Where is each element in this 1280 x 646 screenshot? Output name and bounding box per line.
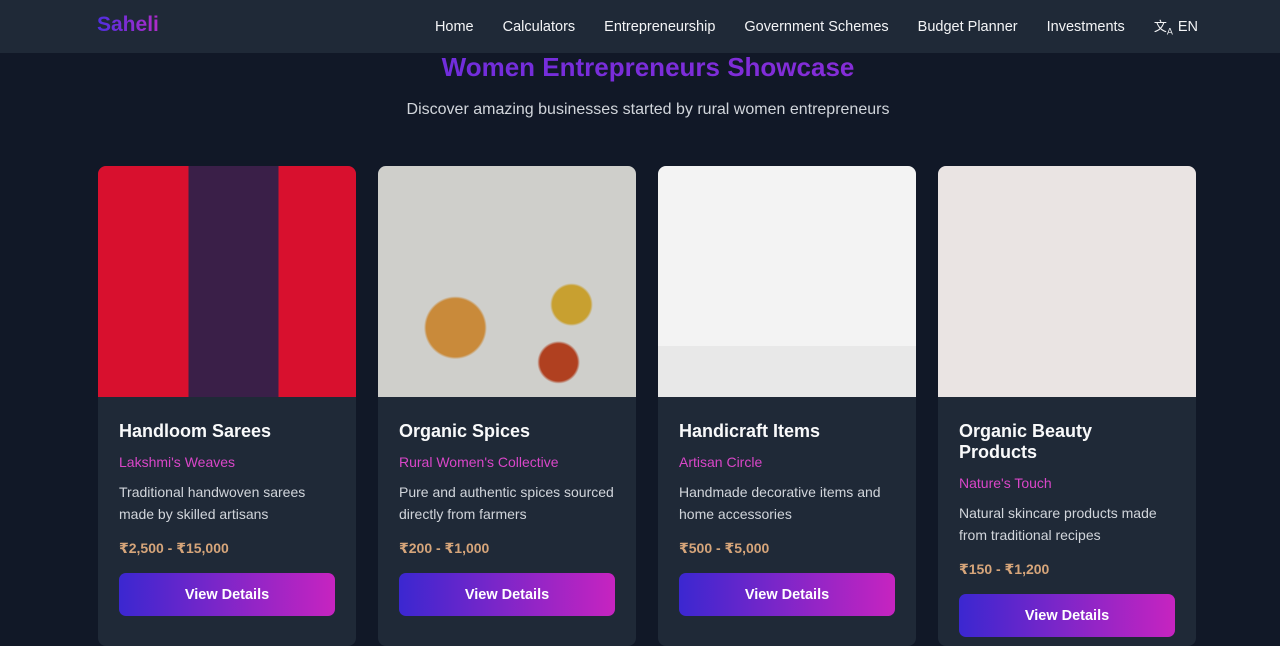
card-maker: Rural Women's Collective bbox=[399, 454, 559, 470]
brand-logo[interactable]: Saheli bbox=[97, 13, 159, 37]
card-maker: Artisan Circle bbox=[679, 454, 763, 470]
navbar: Saheli Home Calculators Entrepreneurship… bbox=[0, 0, 1280, 53]
view-details-button[interactable]: View Details bbox=[119, 573, 335, 616]
card-price: ₹150 - ₹1,200 bbox=[959, 561, 1050, 577]
nav-government-schemes[interactable]: Government Schemes bbox=[744, 19, 888, 35]
product-image bbox=[938, 166, 1196, 397]
product-image bbox=[98, 166, 356, 397]
card-title: Handicraft Items bbox=[679, 421, 821, 441]
card-title: Handloom Sarees bbox=[119, 421, 272, 441]
nav-entrepreneurship[interactable]: Entrepreneurship bbox=[604, 19, 715, 35]
card-title: Organic Spices bbox=[399, 421, 531, 441]
card-description: Handmade decorative items and home acces… bbox=[679, 484, 881, 522]
page-title: Women Entrepreneurs Showcase bbox=[8, 52, 1280, 83]
view-details-button[interactable]: View Details bbox=[959, 594, 1175, 637]
page-subtitle: Discover amazing businesses started by r… bbox=[406, 101, 890, 118]
card-price: ₹500 - ₹5,000 bbox=[679, 540, 770, 556]
card-title: Organic Beauty Products bbox=[959, 421, 1093, 462]
card-maker: Lakshmi's Weaves bbox=[119, 454, 236, 470]
nav-investments[interactable]: Investments bbox=[1047, 19, 1125, 35]
language-label: EN bbox=[1177, 18, 1198, 35]
product-image bbox=[658, 166, 916, 397]
product-card: Handicraft Items Artisan Circle Handmade… bbox=[658, 166, 916, 646]
view-details-button[interactable]: View Details bbox=[399, 573, 615, 616]
nav-links: Home Calculators Entrepreneurship Govern… bbox=[435, 0, 1198, 53]
product-card: Organic Beauty Products Nature's Touch N… bbox=[938, 166, 1196, 646]
card-description: Natural skincare products made from trad… bbox=[959, 505, 1157, 543]
product-card: Organic Spices Rural Women's Collective … bbox=[378, 166, 636, 646]
nav-budget-planner[interactable]: Budget Planner bbox=[918, 19, 1018, 35]
showcase-grid: Handloom Sarees Lakshmi's Weaves Traditi… bbox=[98, 166, 1196, 646]
card-price: ₹2,500 - ₹15,000 bbox=[119, 540, 229, 556]
card-maker: Nature's Touch bbox=[959, 475, 1052, 491]
nav-home[interactable]: Home bbox=[435, 19, 474, 35]
card-description: Pure and authentic spices sourced direct… bbox=[399, 484, 614, 522]
nav-calculators[interactable]: Calculators bbox=[503, 19, 576, 35]
language-toggle[interactable]: 文A EN bbox=[1154, 16, 1198, 37]
view-details-button[interactable]: View Details bbox=[679, 573, 895, 616]
product-image bbox=[378, 166, 636, 397]
card-price: ₹200 - ₹1,000 bbox=[399, 540, 490, 556]
translate-icon: 文A bbox=[1153, 19, 1173, 37]
product-card: Handloom Sarees Lakshmi's Weaves Traditi… bbox=[98, 166, 356, 646]
card-description: Traditional handwoven sarees made by ski… bbox=[119, 484, 306, 522]
